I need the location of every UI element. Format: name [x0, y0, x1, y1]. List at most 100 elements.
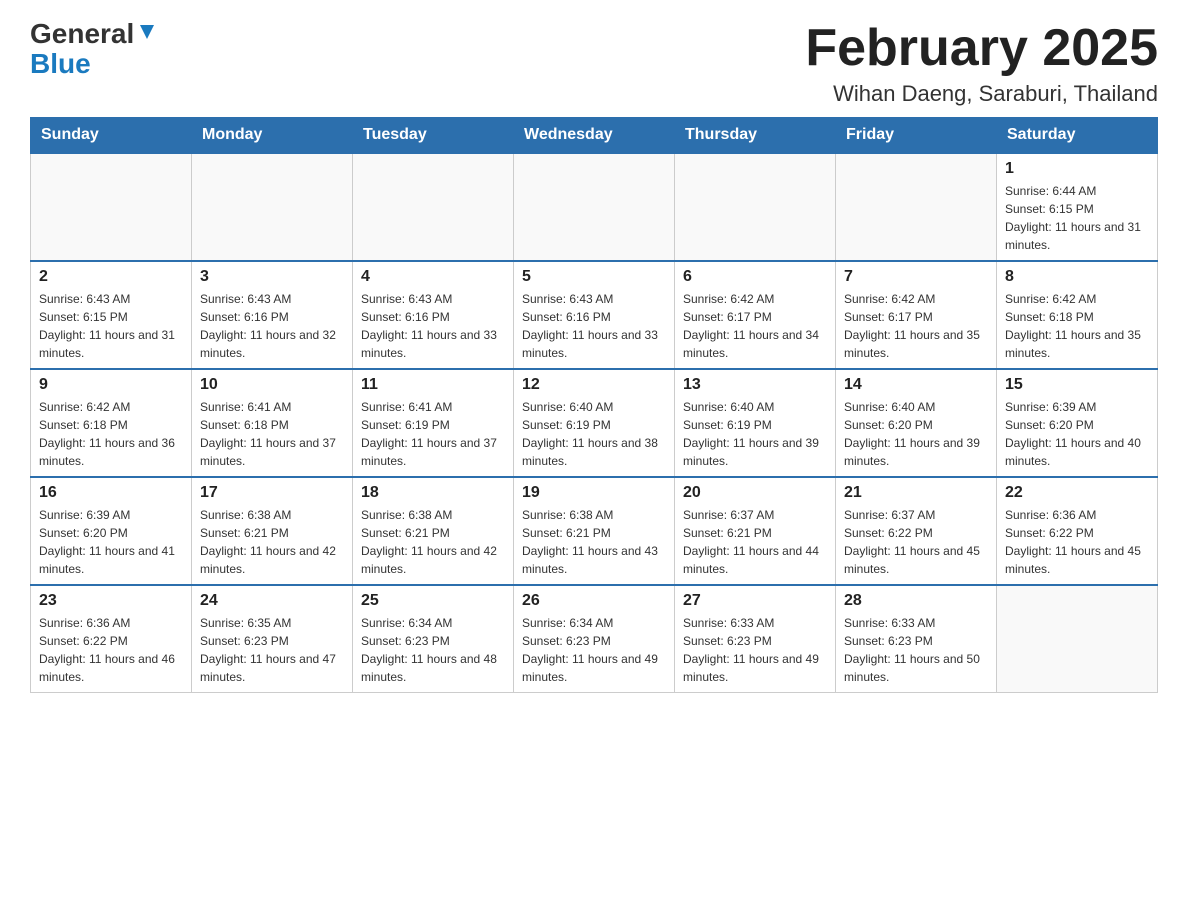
table-row: 7Sunrise: 6:42 AMSunset: 6:17 PMDaylight…: [836, 261, 997, 369]
table-row: 20 Sunrise: 6:37 AMSunset: 6:21 PMDayligh…: [675, 477, 836, 585]
table-row: 28 Sunrise: 6:33 AMSunset: 6:23 PMDayligh…: [836, 585, 997, 693]
header-monday: Monday: [192, 118, 353, 154]
table-row: 27 Sunrise: 6:33 AMSunset: 6:23 PMDayligh…: [675, 585, 836, 693]
table-row: [353, 153, 514, 261]
day-info: Sunrise: 6:37 AMSunset: 6:22 PMDaylight:…: [844, 506, 988, 578]
day-info: Sunrise: 6:44 AMSunset: 6:15 PMDaylight:…: [1005, 182, 1149, 254]
title-block: February 2025 Wihan Daeng, Saraburi, Tha…: [805, 20, 1158, 107]
day-number: 8: [1005, 268, 1149, 286]
table-row: [836, 153, 997, 261]
day-number: 9: [39, 376, 183, 394]
table-row: [192, 153, 353, 261]
header-friday: Friday: [836, 118, 997, 154]
day-number: 11: [361, 376, 505, 394]
day-info: Sunrise: 6:42 AMSunset: 6:18 PMDaylight:…: [39, 398, 183, 470]
logo-text-blue: Blue: [30, 48, 91, 80]
table-row: 13Sunrise: 6:40 AMSunset: 6:19 PMDayligh…: [675, 369, 836, 477]
day-number: 10: [200, 376, 344, 394]
day-info: Sunrise: 6:36 AMSunset: 6:22 PMDaylight:…: [1005, 506, 1149, 578]
day-number: 19: [522, 484, 666, 502]
day-info: Sunrise: 6:40 AMSunset: 6:19 PMDaylight:…: [683, 398, 827, 470]
table-row: 10 Sunrise: 6:41 AMSunset: 6:18 PMDayligh…: [192, 369, 353, 477]
table-row: 14 Sunrise: 6:40 AMSunset: 6:20 PMDayligh…: [836, 369, 997, 477]
day-number: 25: [361, 592, 505, 610]
calendar-week-row: 9 Sunrise: 6:42 AMSunset: 6:18 PMDaylight…: [31, 369, 1158, 477]
day-info: Sunrise: 6:39 AMSunset: 6:20 PMDaylight:…: [39, 506, 183, 578]
table-row: [675, 153, 836, 261]
day-info: Sunrise: 6:40 AMSunset: 6:19 PMDaylight:…: [522, 398, 666, 470]
table-row: 3Sunrise: 6:43 AMSunset: 6:16 PMDaylight…: [192, 261, 353, 369]
day-number: 5: [522, 268, 666, 286]
day-number: 20: [683, 484, 827, 502]
day-info: Sunrise: 6:33 AMSunset: 6:23 PMDaylight:…: [683, 614, 827, 686]
table-row: 24 Sunrise: 6:35 AMSunset: 6:23 PMDayligh…: [192, 585, 353, 693]
day-info: Sunrise: 6:40 AMSunset: 6:20 PMDaylight:…: [844, 398, 988, 470]
table-row: 15 Sunrise: 6:39 AMSunset: 6:20 PMDayligh…: [997, 369, 1158, 477]
table-row: 22Sunrise: 6:36 AMSunset: 6:22 PMDayligh…: [997, 477, 1158, 585]
day-number: 3: [200, 268, 344, 286]
table-row: [997, 585, 1158, 693]
day-number: 28: [844, 592, 988, 610]
table-row: 12 Sunrise: 6:40 AMSunset: 6:19 PMDayligh…: [514, 369, 675, 477]
table-row: 11 Sunrise: 6:41 AMSunset: 6:19 PMDayligh…: [353, 369, 514, 477]
day-number: 2: [39, 268, 183, 286]
table-row: 9 Sunrise: 6:42 AMSunset: 6:18 PMDaylight…: [31, 369, 192, 477]
day-info: Sunrise: 6:43 AMSunset: 6:16 PMDaylight:…: [361, 290, 505, 362]
day-info: Sunrise: 6:38 AMSunset: 6:21 PMDaylight:…: [200, 506, 344, 578]
day-number: 24: [200, 592, 344, 610]
table-row: 1 Sunrise: 6:44 AMSunset: 6:15 PMDaylight…: [997, 153, 1158, 261]
table-row: 16Sunrise: 6:39 AMSunset: 6:20 PMDayligh…: [31, 477, 192, 585]
calendar-week-row: 23Sunrise: 6:36 AMSunset: 6:22 PMDayligh…: [31, 585, 1158, 693]
day-info: Sunrise: 6:35 AMSunset: 6:23 PMDaylight:…: [200, 614, 344, 686]
header-sunday: Sunday: [31, 118, 192, 154]
calendar-week-row: 2 Sunrise: 6:43 AMSunset: 6:15 PMDaylight…: [31, 261, 1158, 369]
table-row: [514, 153, 675, 261]
weekday-header-row: Sunday Monday Tuesday Wednesday Thursday…: [31, 118, 1158, 154]
day-number: 17: [200, 484, 344, 502]
calendar-week-row: 16Sunrise: 6:39 AMSunset: 6:20 PMDayligh…: [31, 477, 1158, 585]
logo-text-general: General: [30, 20, 134, 48]
day-number: 12: [522, 376, 666, 394]
logo: General Blue: [30, 20, 158, 80]
table-row: 17 Sunrise: 6:38 AMSunset: 6:21 PMDayligh…: [192, 477, 353, 585]
calendar-table: Sunday Monday Tuesday Wednesday Thursday…: [30, 117, 1158, 693]
table-row: 2 Sunrise: 6:43 AMSunset: 6:15 PMDaylight…: [31, 261, 192, 369]
day-number: 26: [522, 592, 666, 610]
day-info: Sunrise: 6:37 AMSunset: 6:21 PMDaylight:…: [683, 506, 827, 578]
calendar-title: February 2025: [805, 20, 1158, 77]
table-row: 6 Sunrise: 6:42 AMSunset: 6:17 PMDaylight…: [675, 261, 836, 369]
day-info: Sunrise: 6:34 AMSunset: 6:23 PMDaylight:…: [361, 614, 505, 686]
table-row: 25 Sunrise: 6:34 AMSunset: 6:23 PMDayligh…: [353, 585, 514, 693]
day-number: 27: [683, 592, 827, 610]
calendar-week-row: 1 Sunrise: 6:44 AMSunset: 6:15 PMDaylight…: [31, 153, 1158, 261]
day-info: Sunrise: 6:38 AMSunset: 6:21 PMDaylight:…: [522, 506, 666, 578]
header-wednesday: Wednesday: [514, 118, 675, 154]
day-info: Sunrise: 6:43 AMSunset: 6:16 PMDaylight:…: [522, 290, 666, 362]
day-number: 14: [844, 376, 988, 394]
day-info: Sunrise: 6:42 AMSunset: 6:17 PMDaylight:…: [683, 290, 827, 362]
table-row: 18 Sunrise: 6:38 AMSunset: 6:21 PMDayligh…: [353, 477, 514, 585]
day-info: Sunrise: 6:33 AMSunset: 6:23 PMDaylight:…: [844, 614, 988, 686]
day-number: 15: [1005, 376, 1149, 394]
header-tuesday: Tuesday: [353, 118, 514, 154]
table-row: 26 Sunrise: 6:34 AMSunset: 6:23 PMDayligh…: [514, 585, 675, 693]
table-row: 19 Sunrise: 6:38 AMSunset: 6:21 PMDayligh…: [514, 477, 675, 585]
table-row: 8 Sunrise: 6:42 AMSunset: 6:18 PMDaylight…: [997, 261, 1158, 369]
day-info: Sunrise: 6:34 AMSunset: 6:23 PMDaylight:…: [522, 614, 666, 686]
page-header: General Blue February 2025 Wihan Daeng, …: [30, 20, 1158, 107]
day-info: Sunrise: 6:39 AMSunset: 6:20 PMDaylight:…: [1005, 398, 1149, 470]
day-info: Sunrise: 6:41 AMSunset: 6:19 PMDaylight:…: [361, 398, 505, 470]
table-row: [31, 153, 192, 261]
calendar-subtitle: Wihan Daeng, Saraburi, Thailand: [805, 81, 1158, 107]
day-number: 1: [1005, 160, 1149, 178]
day-info: Sunrise: 6:42 AMSunset: 6:17 PMDaylight:…: [844, 290, 988, 362]
day-info: Sunrise: 6:36 AMSunset: 6:22 PMDaylight:…: [39, 614, 183, 686]
day-info: Sunrise: 6:41 AMSunset: 6:18 PMDaylight:…: [200, 398, 344, 470]
day-number: 18: [361, 484, 505, 502]
day-info: Sunrise: 6:43 AMSunset: 6:15 PMDaylight:…: [39, 290, 183, 362]
header-thursday: Thursday: [675, 118, 836, 154]
day-number: 6: [683, 268, 827, 286]
day-info: Sunrise: 6:38 AMSunset: 6:21 PMDaylight:…: [361, 506, 505, 578]
day-info: Sunrise: 6:42 AMSunset: 6:18 PMDaylight:…: [1005, 290, 1149, 362]
table-row: 23Sunrise: 6:36 AMSunset: 6:22 PMDayligh…: [31, 585, 192, 693]
